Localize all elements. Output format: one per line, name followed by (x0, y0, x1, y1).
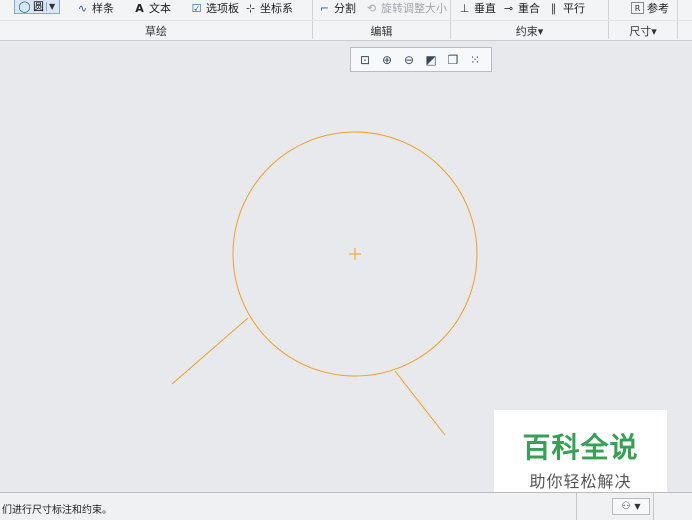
coordinate-system-button[interactable]: ⊹ 坐标系 (244, 0, 293, 16)
spline-button[interactable]: ∿ 样条 (76, 0, 114, 16)
display-style-icon[interactable]: ❒ (444, 51, 462, 69)
parallel-label: 平行 (563, 2, 585, 15)
perpendicular-button[interactable]: ⊥ 垂直 (458, 0, 496, 16)
status-message: 们进行尺寸标注和约束。 (2, 505, 112, 516)
chevron-down-icon: ▼ (634, 502, 641, 511)
group-label-sketch: 草绘 (145, 25, 167, 38)
perpendicular-icon: ⊥ (459, 1, 470, 15)
palette-button[interactable]: ☑ 选项板 (190, 0, 239, 16)
watermark: 百科全说 助你轻松解决 (494, 410, 667, 492)
circle-label: 圆 (33, 0, 44, 13)
sketch-line-left (171, 317, 249, 385)
rotate-resize-label: 旋转调整大小 (381, 2, 447, 15)
chevron-down-icon[interactable]: ▼ (46, 1, 55, 11)
zoom-in-icon[interactable]: ⊕ (378, 51, 396, 69)
status-bar: 们进行尺寸标注和约束。 ⚇ ▼ (0, 492, 692, 520)
ribbon: ◯ 圆 ▼ ∿ 样条 A 文本 ☑ 选项板 ⊹ 坐标系 ⌐ 分割 ⟲ 旋转调整大… (0, 0, 692, 41)
text-icon: A (135, 1, 144, 15)
status-divider (576, 493, 577, 520)
ribbon-commands: ◯ 圆 ▼ ∿ 样条 A 文本 ☑ 选项板 ⊹ 坐标系 ⌐ 分割 ⟲ 旋转调整大… (0, 0, 692, 20)
graphics-toolbar: ⊡ ⊕ ⊖ ◩ ❒ ⁙ (350, 47, 492, 72)
reference-icon: R (631, 2, 644, 14)
rotate-icon: ⟲ (366, 1, 377, 15)
coordinate-system-label: 坐标系 (260, 2, 293, 15)
coincident-icon: ⊸ (503, 1, 514, 15)
status-divider (653, 493, 654, 520)
sketch-view-icon[interactable]: ◩ (422, 51, 440, 69)
circle-button[interactable]: ◯ 圆 ▼ (14, 0, 60, 14)
divide-button[interactable]: ⌐ 分割 (318, 0, 356, 16)
parallel-icon: ∥ (550, 1, 557, 15)
coincident-label: 重合 (518, 2, 540, 15)
divide-icon: ⌐ (319, 1, 330, 15)
watermark-title: 百科全说 (522, 431, 639, 464)
coincident-button[interactable]: ⊸ 重合 (502, 0, 540, 16)
sketcher-display-icon[interactable]: ⁙ (466, 51, 484, 69)
refit-icon[interactable]: ⊡ (356, 51, 374, 69)
coordinate-system-icon: ⊹ (245, 1, 256, 15)
find-button[interactable]: ⚇ ▼ (612, 498, 650, 515)
binoculars-icon: ⚇ (621, 501, 631, 512)
text-label: 文本 (149, 2, 171, 15)
sketch-line-bottom (394, 370, 446, 436)
ribbon-group-labels: 草绘 编辑 约束▾ 尺寸▾ (0, 20, 692, 40)
spline-label: 样条 (92, 2, 114, 15)
palette-label: 选项板 (206, 2, 239, 15)
divide-label: 分割 (334, 2, 356, 15)
spline-icon: ∿ (77, 1, 88, 15)
rotate-resize-button[interactable]: ⟲ 旋转调整大小 (365, 0, 447, 16)
watermark-subtitle: 助你轻松解决 (529, 472, 632, 491)
zoom-out-icon[interactable]: ⊖ (400, 51, 418, 69)
group-label-constrain[interactable]: 约束▾ (451, 23, 608, 39)
group-label-edit: 编辑 (370, 25, 393, 38)
perpendicular-label: 垂直 (474, 2, 496, 15)
circle-icon: ◯ (18, 0, 31, 13)
palette-icon: ☑ (191, 1, 202, 15)
reference-label: 参考 (647, 2, 669, 15)
reference-button[interactable]: R 参考 (631, 0, 669, 16)
parallel-button[interactable]: ∥ 平行 (547, 0, 585, 16)
text-button[interactable]: A 文本 (133, 0, 171, 16)
group-label-dimension[interactable]: 尺寸▾ (609, 23, 677, 39)
